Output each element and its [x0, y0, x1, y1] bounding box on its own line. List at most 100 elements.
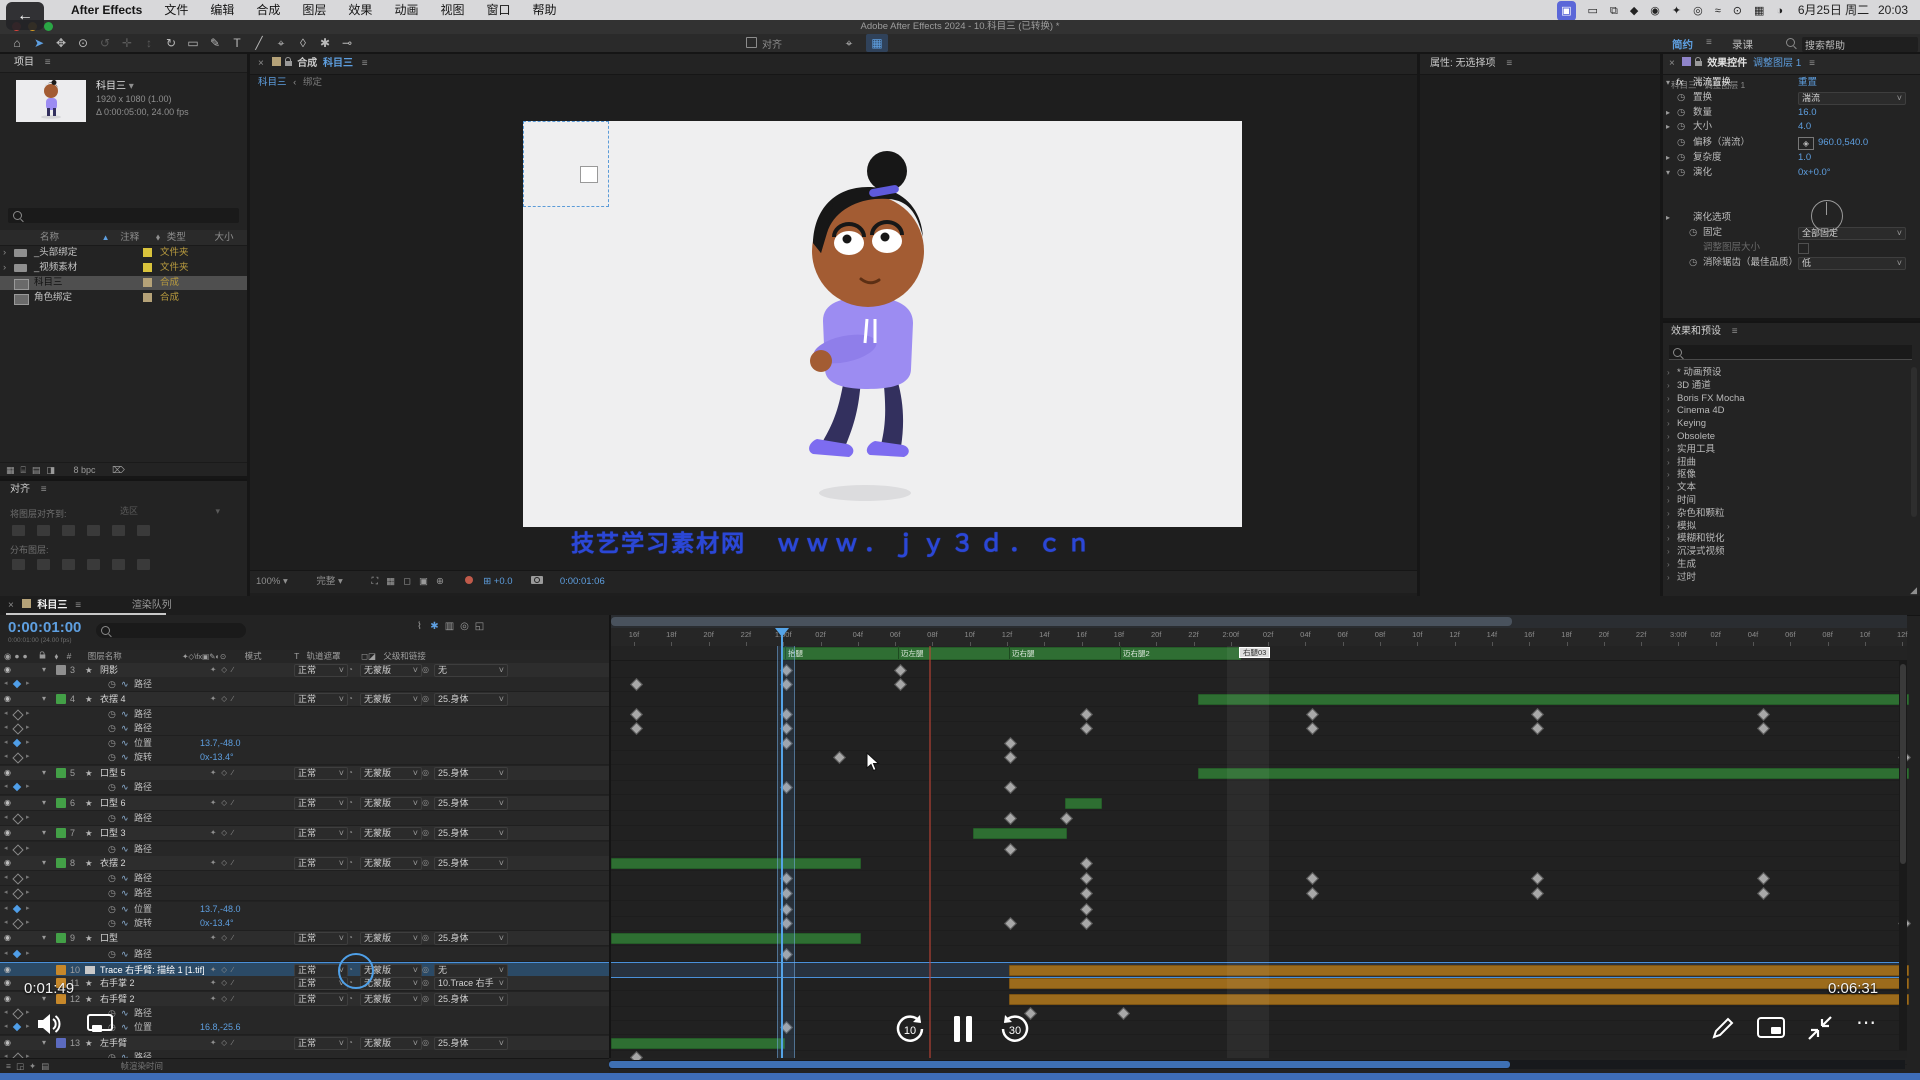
- stopwatch-icon[interactable]: ◷: [108, 736, 116, 750]
- label-chip[interactable]: [143, 278, 152, 287]
- parent-select[interactable]: 10.Trace 右手˅: [434, 977, 508, 990]
- preset-category[interactable]: ›模糊和锐化: [1667, 533, 1913, 545]
- trash-icon[interactable]: ⌦: [112, 465, 125, 475]
- add-keyframe-icon[interactable]: [12, 918, 23, 929]
- add-keyframe-icon[interactable]: [12, 813, 23, 824]
- graph-icon[interactable]: ∿: [121, 736, 129, 750]
- layer-row[interactable]: ◉▾12★右手臂 2✦◇∕正常˅◔无蒙版˅◎25.身体˅: [0, 992, 609, 1007]
- expand-icon[interactable]: ▾: [42, 796, 46, 810]
- align-button[interactable]: [87, 559, 100, 570]
- project-color-depth[interactable]: 8 bpc: [73, 465, 95, 475]
- next-keyframe-icon[interactable]: ▸: [26, 677, 30, 691]
- next-keyframe-icon[interactable]: ▸: [26, 886, 30, 900]
- parent-select[interactable]: 25.身体˅: [434, 1037, 508, 1050]
- align-button[interactable]: [137, 525, 150, 536]
- parent-select[interactable]: 25.身体˅: [434, 993, 508, 1006]
- property-row[interactable]: ◂▸◷∿路径: [0, 947, 609, 962]
- layer-name[interactable]: 口型: [100, 931, 205, 945]
- label-chip[interactable]: [56, 858, 66, 868]
- wifi-icon[interactable]: ≈: [1715, 1, 1721, 21]
- media-icon[interactable]: ◉: [1650, 1, 1660, 21]
- expand-icon[interactable]: ▾: [42, 692, 46, 706]
- align-checkbox[interactable]: [746, 37, 757, 48]
- crosshair-icon[interactable]: ◈: [1798, 137, 1814, 150]
- layer-row[interactable]: ◉▾5★口型 5✦◇∕正常˅◔无蒙版˅◎25.身体˅: [0, 766, 609, 781]
- align-button[interactable]: [37, 559, 50, 570]
- project-row[interactable]: ›_视频素材文件夹: [0, 261, 247, 275]
- adjustment-layer-selection[interactable]: [523, 121, 609, 207]
- menu-9[interactable]: 帮助: [532, 0, 556, 20]
- preset-category[interactable]: ›生成: [1667, 559, 1913, 571]
- keyframe-icon[interactable]: [1306, 872, 1319, 885]
- property-dropdown[interactable]: 低˅: [1798, 257, 1906, 270]
- layer-name[interactable]: 衣摆 4: [100, 692, 205, 706]
- property-value[interactable]: 16.0: [1798, 106, 1817, 120]
- label-chip[interactable]: [56, 1038, 66, 1048]
- project-item-name[interactable]: 角色绑定: [34, 291, 72, 305]
- timeline-horizontal-scrollbar[interactable]: [609, 1060, 1905, 1069]
- project-row[interactable]: ›_头部绑定文件夹: [0, 246, 247, 260]
- expand-icon[interactable]: ▾: [42, 856, 46, 870]
- parent-pickwhip-icon[interactable]: ◎: [422, 963, 429, 977]
- prev-keyframe-icon[interactable]: ◂: [4, 780, 8, 794]
- effect-controls-tab-label[interactable]: 效果控件: [1707, 58, 1747, 69]
- expand-icon[interactable]: ▾: [42, 663, 46, 677]
- input-source-icon[interactable]: ▦: [1754, 1, 1764, 21]
- property-value[interactable]: 0x-13.4°: [200, 750, 234, 764]
- graph-icon[interactable]: ∿: [121, 886, 129, 900]
- stopwatch-icon[interactable]: ◷: [1677, 166, 1685, 180]
- next-keyframe-icon[interactable]: ▸: [26, 780, 30, 794]
- eye-icon[interactable]: ◉: [4, 1036, 11, 1050]
- property-name[interactable]: 路径: [134, 1006, 152, 1020]
- keyframe-icon[interactable]: [1080, 887, 1093, 900]
- evolution-dial[interactable]: [1811, 200, 1843, 232]
- expander-icon[interactable]: ›: [1667, 457, 1670, 469]
- expander-icon[interactable]: ›: [1667, 367, 1670, 379]
- player-pause-button[interactable]: [952, 1014, 974, 1044]
- expand-icon[interactable]: ▾: [42, 766, 46, 780]
- track-matte-select[interactable]: 无蒙版˅: [360, 797, 422, 810]
- project-item-name[interactable]: _头部绑定: [34, 246, 77, 260]
- label-chip[interactable]: [56, 768, 66, 778]
- property-name[interactable]: 路径: [134, 707, 152, 721]
- add-keyframe-icon[interactable]: [13, 739, 21, 747]
- exposure-value[interactable]: ⊞ +0.0: [483, 576, 512, 587]
- layer-row[interactable]: ◉▾7★口型 3✦◇∕正常˅◔无蒙版˅◎25.身体˅: [0, 826, 609, 841]
- column-layer-name[interactable]: 图层名称: [88, 651, 122, 661]
- project-item-name[interactable]: _视频素材: [34, 261, 77, 275]
- player-pip-button[interactable]: [1756, 1016, 1786, 1040]
- preset-category[interactable]: ›扭曲: [1667, 457, 1913, 469]
- next-keyframe-icon[interactable]: ▸: [26, 707, 30, 721]
- graph-icon[interactable]: ∿: [121, 1006, 129, 1020]
- stopwatch-icon[interactable]: ◷: [108, 750, 116, 764]
- eye-icon[interactable]: ◉: [4, 663, 11, 677]
- project-panel-menu-icon[interactable]: ≡: [45, 57, 51, 68]
- preset-category[interactable]: ›实用工具: [1667, 444, 1913, 456]
- property-name[interactable]: 位置: [134, 736, 152, 750]
- layer-name[interactable]: 口型 5: [100, 766, 205, 780]
- parent-select[interactable]: 25.身体˅: [434, 767, 508, 780]
- layer-duration-bar[interactable]: [611, 1038, 785, 1049]
- graph-icon[interactable]: ∿: [121, 780, 129, 794]
- window-titlebar[interactable]: Adobe After Effects 2024 - 10.科目三 (已转换) …: [0, 20, 1920, 35]
- effect-property-row[interactable]: ◷固定全部固定˅: [1663, 226, 1920, 240]
- preset-category[interactable]: ›过时: [1667, 572, 1913, 584]
- add-keyframe-icon[interactable]: [12, 888, 23, 899]
- track-matte-select[interactable]: 无蒙版˅: [360, 693, 422, 706]
- expander-icon[interactable]: ▾: [1666, 76, 1670, 90]
- add-keyframe-icon[interactable]: [12, 844, 23, 855]
- keyframe-icon[interactable]: [1004, 751, 1017, 764]
- keyframe-icon[interactable]: [1757, 708, 1770, 721]
- property-row[interactable]: ◂▸◷∿旋转0x-13.4°: [0, 916, 609, 931]
- label-chip[interactable]: [143, 293, 152, 302]
- presets-scrollbar[interactable]: [1911, 367, 1917, 517]
- launchpad-icon[interactable]: ✦: [1672, 1, 1681, 21]
- expander-icon[interactable]: ›: [1667, 380, 1670, 392]
- layer-duration-bar[interactable]: [1198, 694, 1909, 705]
- keyframe-icon[interactable]: [1080, 857, 1093, 870]
- project-item-dropdown-icon[interactable]: ▾: [129, 81, 134, 92]
- parent-pickwhip-icon[interactable]: ◎: [422, 826, 429, 840]
- expander-icon[interactable]: ›: [1667, 418, 1670, 430]
- stopwatch-icon[interactable]: ◷: [108, 886, 116, 900]
- graph-icon[interactable]: ∿: [121, 916, 129, 930]
